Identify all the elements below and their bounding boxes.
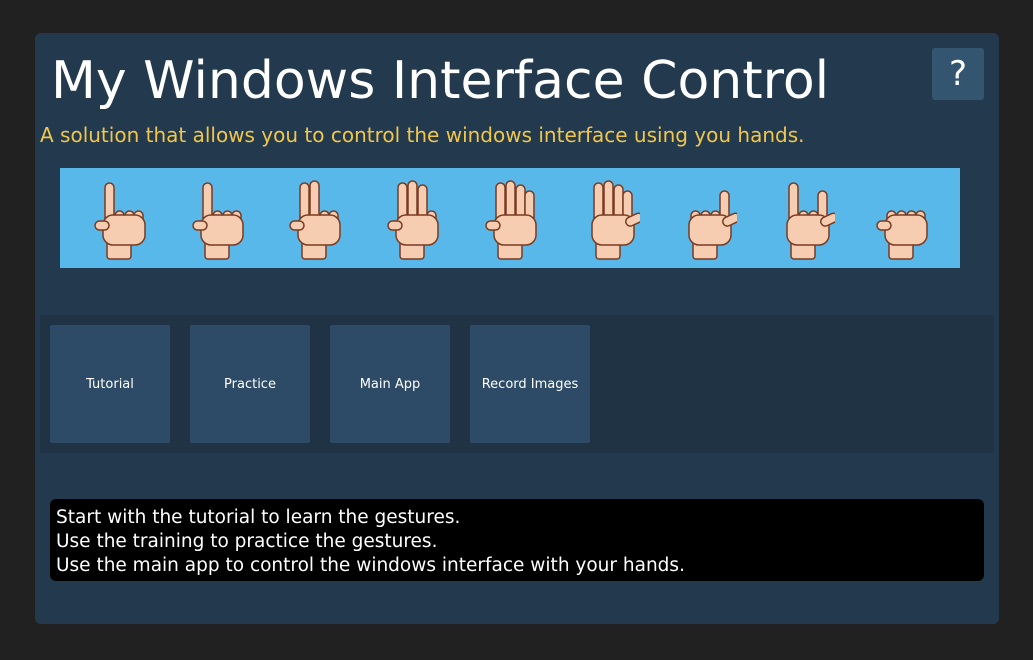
hand-gesture-icon — [387, 180, 439, 260]
record-images-button[interactable]: Record Images — [470, 325, 590, 443]
hand-gesture-icon — [688, 190, 738, 260]
hand-gesture-icon — [876, 210, 928, 260]
navigation-panel: Tutorial Practice Main App Record Images — [40, 315, 994, 453]
hand-gesture-icon — [590, 180, 640, 260]
tutorial-button[interactable]: Tutorial — [50, 325, 170, 443]
gesture-banner — [60, 168, 960, 268]
page-subtitle: A solution that allows you to control th… — [40, 123, 805, 147]
app-window: My Windows Interface Control ? A solutio… — [35, 33, 999, 624]
hand-gesture-icon — [289, 180, 342, 260]
console-line: Use the main app to control the windows … — [56, 555, 685, 576]
console-line: Use the training to practice the gesture… — [56, 531, 438, 552]
help-button[interactable]: ? — [932, 48, 984, 100]
hand-gesture-icon — [94, 182, 146, 260]
hand-gesture-icon — [191, 182, 244, 260]
hand-gesture-icon — [485, 180, 537, 260]
instructions-console: Start with the tutorial to learn the ges… — [50, 499, 984, 581]
page-title: My Windows Interface Control — [51, 51, 830, 111]
main-app-button[interactable]: Main App — [330, 325, 450, 443]
console-line: Start with the tutorial to learn the ges… — [56, 507, 461, 528]
practice-button[interactable]: Practice — [190, 325, 310, 443]
hand-gesture-icon — [786, 182, 836, 260]
